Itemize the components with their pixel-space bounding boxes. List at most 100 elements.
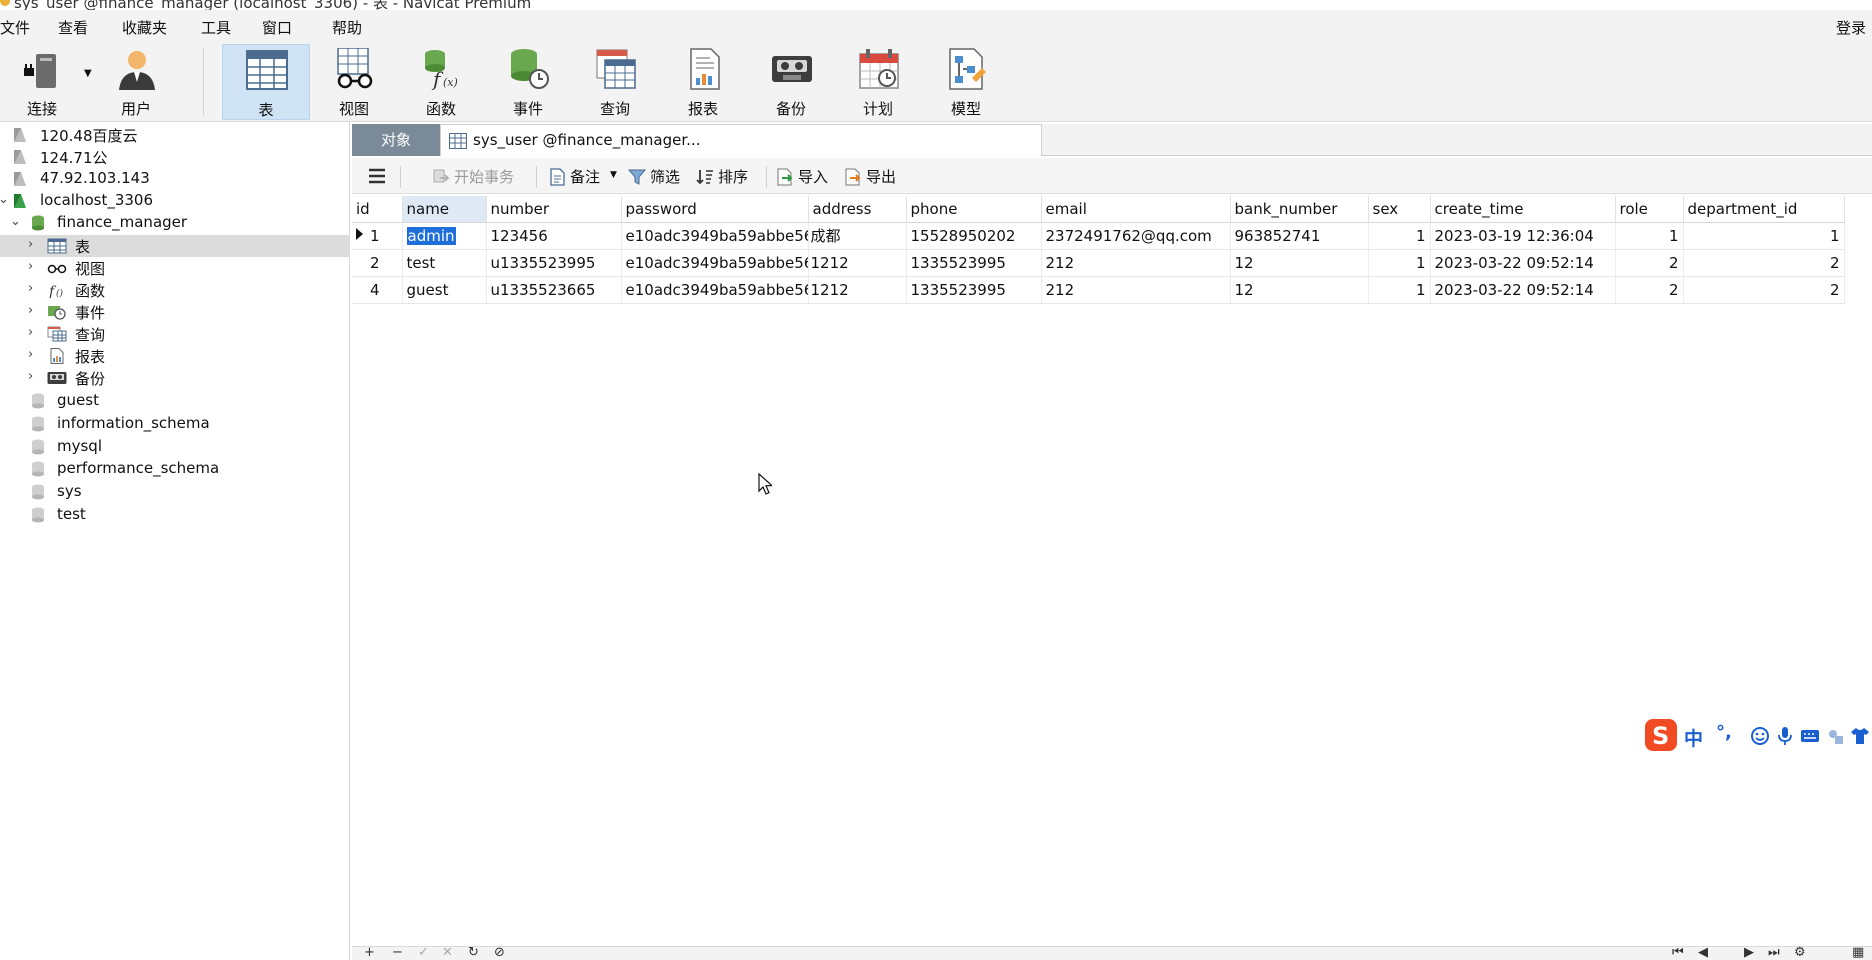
menu-favorites[interactable]: 收藏夹 <box>122 17 167 38</box>
column-header[interactable]: id <box>352 196 403 223</box>
table-cell[interactable]: 212 <box>1041 249 1231 277</box>
discard-icon[interactable]: ✕ <box>442 945 453 960</box>
table-cell[interactable]: 12 <box>1230 249 1369 277</box>
column-header[interactable]: email <box>1041 196 1231 223</box>
tree-connection-localhost[interactable]: ⌄ localhost_3306 <box>0 190 350 212</box>
toolbar-query-button[interactable]: 查询 <box>575 44 655 120</box>
tree-database[interactable]: mysql <box>0 436 350 458</box>
tree-database[interactable]: sys <box>0 481 350 503</box>
table-cell[interactable]: 1212 <box>808 276 907 304</box>
toolbar-schedule-button[interactable]: 计划 <box>838 44 918 120</box>
chevron-right-icon[interactable]: › <box>28 259 33 274</box>
table-cell[interactable]: 212 <box>1041 276 1231 304</box>
menu-tools[interactable]: 工具 <box>201 17 231 38</box>
table-cell[interactable]: 1 <box>1683 222 1845 250</box>
column-header[interactable]: password <box>621 196 809 223</box>
tree-item-queries[interactable]: › 查询 <box>0 323 350 345</box>
table-cell[interactable]: 123456 <box>486 222 622 250</box>
table-cell[interactable]: 4 <box>352 276 403 304</box>
next-page-icon[interactable]: ▶ <box>1744 945 1754 960</box>
toolbar-backup-button[interactable]: 备份 <box>751 44 831 120</box>
apply-icon[interactable]: ✓ <box>418 945 429 960</box>
chevron-down-icon[interactable]: ▼ <box>610 170 617 180</box>
toolbar-report-button[interactable]: 报表 <box>663 44 743 120</box>
toolbar-event-button[interactable]: 事件 <box>488 44 568 120</box>
login-link[interactable]: 登录 <box>1836 17 1866 38</box>
tree-connection[interactable]: 120.48百度云 <box>0 124 350 146</box>
ime-chinese-mode[interactable]: 中 <box>1684 724 1703 751</box>
tree-connection[interactable]: 47.92.103.143 <box>0 168 350 190</box>
tree-item-views[interactable]: › 视图 <box>0 257 350 279</box>
tree-database[interactable]: information_schema <box>0 413 350 435</box>
import-button[interactable]: 导入 <box>776 166 828 187</box>
chevron-right-icon[interactable]: › <box>28 281 33 296</box>
table-row[interactable]: 2 test u1335523995 e10adc3949ba59abbe56e… <box>352 249 1845 277</box>
emoji-icon[interactable] <box>1750 726 1770 746</box>
sort-button[interactable]: 排序 <box>696 166 748 187</box>
column-header[interactable]: name <box>402 196 487 223</box>
tree-database-finance-manager[interactable]: ⌄ finance_manager <box>0 212 350 234</box>
begin-transaction-button[interactable]: 开始事务 <box>432 166 514 187</box>
menu-window[interactable]: 窗口 <box>262 17 292 38</box>
chevron-down-icon[interactable]: ⌄ <box>10 214 21 229</box>
tree-database[interactable]: test <box>0 504 350 526</box>
tree-connection[interactable]: 124.71公 <box>0 146 350 168</box>
tree-item-functions[interactable]: › f() 函数 <box>0 279 350 301</box>
column-header[interactable]: number <box>486 196 622 223</box>
table-cell[interactable]: 2023-03-19 12:36:04 <box>1430 222 1616 250</box>
table-cell[interactable]: test <box>402 249 487 277</box>
chevron-right-icon[interactable]: › <box>28 369 33 384</box>
table-cell[interactable]: 963852741 <box>1230 222 1369 250</box>
tab-sys-user[interactable]: sys_user @finance_manager... <box>440 124 1042 156</box>
toolbar-table-button[interactable]: 表 <box>222 44 310 120</box>
chevron-right-icon[interactable]: › <box>28 237 33 252</box>
menu-file[interactable]: 文件 <box>0 17 30 38</box>
microphone-icon[interactable] <box>1775 726 1795 746</box>
chevron-right-icon[interactable]: › <box>28 325 33 340</box>
table-cell-selected[interactable]: admin <box>402 222 487 250</box>
table-cell[interactable]: 2 <box>1683 249 1845 277</box>
column-header[interactable]: role <box>1615 196 1684 223</box>
table-cell[interactable]: e10adc3949ba59abbe56e <box>621 222 809 250</box>
tree-database[interactable]: performance_schema <box>0 458 350 480</box>
table-cell[interactable]: 2372491762@qq.com <box>1041 222 1231 250</box>
table-row[interactable]: 1 admin 123456 e10adc3949ba59abbe56e 成都 … <box>352 222 1845 250</box>
table-cell[interactable]: u1335523995 <box>486 249 622 277</box>
last-page-icon[interactable]: ⏭ <box>1768 945 1780 960</box>
table-cell[interactable]: e10adc3949ba59abbe56e <box>621 249 809 277</box>
chevron-right-icon[interactable]: › <box>28 347 33 362</box>
first-page-icon[interactable]: ⏮ <box>1672 945 1684 960</box>
column-header[interactable]: phone <box>906 196 1042 223</box>
table-cell[interactable]: guest <box>402 276 487 304</box>
table-cell[interactable]: 2023-03-22 09:52:14 <box>1430 249 1616 277</box>
keyboard-icon[interactable] <box>1800 726 1820 746</box>
toolbar-connect-button[interactable]: ▼ 连接 <box>2 44 92 120</box>
table-cell[interactable]: 2 <box>352 249 403 277</box>
add-record-icon[interactable]: + <box>364 945 375 960</box>
table-cell[interactable]: 1 <box>1368 249 1431 277</box>
menu-view[interactable]: 查看 <box>58 17 88 38</box>
column-header[interactable]: department_id <box>1683 196 1845 223</box>
grid-view-icon[interactable]: ▦ <box>1852 945 1864 960</box>
delete-record-icon[interactable]: − <box>392 945 403 960</box>
export-button[interactable]: 导出 <box>844 166 896 187</box>
table-cell[interactable]: 1335523995 <box>906 276 1042 304</box>
table-cell[interactable]: e10adc3949ba59abbe56e <box>621 276 809 304</box>
toolbox-icon[interactable] <box>1825 726 1845 746</box>
tree-item-backups[interactable]: › 备份 <box>0 367 350 389</box>
chevron-right-icon[interactable]: › <box>28 303 33 318</box>
table-cell[interactable]: 15528950202 <box>906 222 1042 250</box>
table-cell[interactable]: 2 <box>1615 276 1684 304</box>
column-header[interactable]: bank_number <box>1230 196 1369 223</box>
stop-icon[interactable]: ⊘ <box>494 945 505 960</box>
tab-objects[interactable]: 对象 <box>352 124 440 156</box>
table-cell[interactable]: 成都 <box>808 222 907 250</box>
settings-gear-icon[interactable]: ⚙ <box>1794 945 1806 960</box>
table-cell[interactable]: 2 <box>1615 249 1684 277</box>
tree-item-reports[interactable]: › 报表 <box>0 345 350 367</box>
table-cell[interactable]: 2 <box>1683 276 1845 304</box>
note-button[interactable]: 备注 <box>548 166 600 187</box>
table-row[interactable]: 4 guest u1335523665 e10adc3949ba59abbe56… <box>352 276 1845 304</box>
menu-hamburger-icon[interactable] <box>368 168 386 184</box>
menu-help[interactable]: 帮助 <box>332 17 362 38</box>
